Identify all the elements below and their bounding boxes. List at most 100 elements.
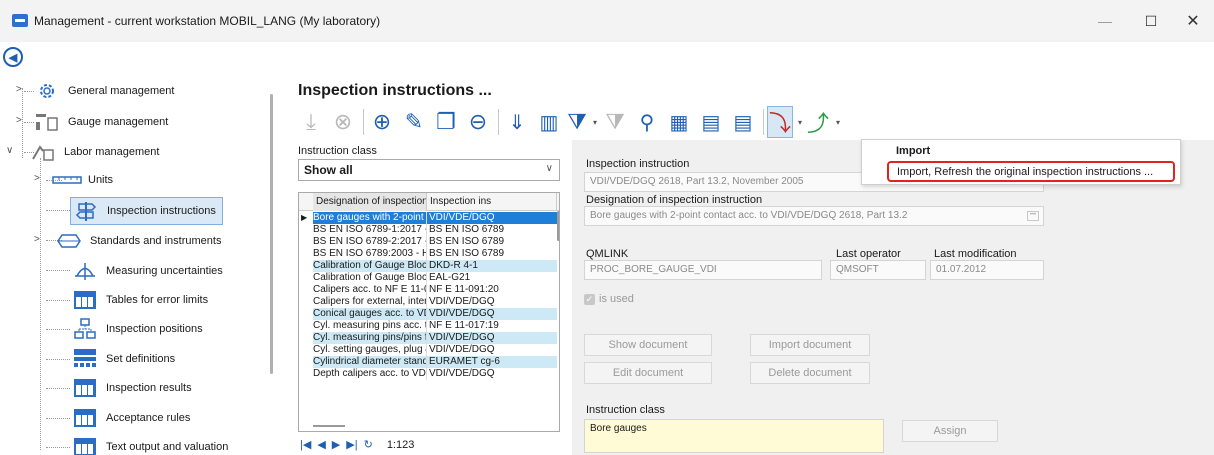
last-record-button[interactable]: ▶|: [346, 438, 357, 451]
tree-item-tables-for-error-limits[interactable]: Tables for error limits: [70, 286, 208, 314]
uncertainty-icon: [70, 260, 100, 282]
tree-item-text-output-and-valuation[interactable]: Text output and valuation: [70, 433, 228, 455]
table-row[interactable]: Calibration of Gauge Block CompaEAL-G21: [299, 272, 559, 284]
tree-item-inspection-results[interactable]: Inspection results: [70, 374, 192, 402]
table-row[interactable]: Calipers for external, internal andVDI/V…: [299, 296, 559, 308]
refresh-icon[interactable]: ↻: [364, 438, 373, 451]
grid-horizontal-scrollbar[interactable]: [313, 425, 345, 427]
expand-icon[interactable]: >: [16, 115, 22, 126]
sort-az-icon[interactable]: ⇓: [502, 106, 532, 138]
cell-inspection-instruction: BS EN ISO 6789: [429, 224, 505, 235]
minimize-button[interactable]: —: [1082, 8, 1128, 34]
table-row[interactable]: BS EN ISO 6789-2:2017 - Hand torqBS EN I…: [299, 236, 559, 248]
prev-record-button[interactable]: ◀: [317, 438, 325, 451]
import-refresh-menu-item[interactable]: Import, Refresh the original inspection …: [887, 161, 1175, 182]
tree-item-inspection-positions[interactable]: Inspection positions: [70, 315, 203, 343]
designation-label: Designation of inspection instruction: [586, 194, 763, 206]
filter-dropdown-icon[interactable]: ▾: [590, 118, 600, 127]
tree-item-inspection-instructions[interactable]: Inspection instructions: [70, 197, 223, 225]
copy-icon[interactable]: ❐: [431, 106, 461, 138]
expand-icon[interactable]: >: [34, 173, 40, 184]
delete-minus-icon[interactable]: ⊖: [463, 106, 493, 138]
export-icon[interactable]: ⤴: [805, 106, 831, 138]
clear-filter-icon[interactable]: ⧩: [600, 106, 630, 138]
cell-designation: Calibration of Gauge Block Compa: [313, 272, 427, 284]
table-row[interactable]: BS EN ISO 6789-1:2017 - Hand torqBS EN I…: [299, 224, 559, 236]
tree-scrollbar[interactable]: [270, 94, 273, 374]
expand-icon[interactable]: >: [34, 234, 40, 245]
ruler-icon: [52, 169, 82, 191]
cell-inspection-instruction: BS EN ISO 6789: [429, 236, 505, 247]
import-menu-header: Import: [896, 145, 931, 157]
table-row[interactable]: Calibration of Gauge Block CompaDKD-R 4-…: [299, 260, 559, 272]
table-row[interactable]: Cylindrical diameter standards acc.EURAM…: [299, 356, 559, 368]
import-menu: Import Import, Refresh the original insp…: [861, 139, 1181, 185]
search-icon[interactable]: ⚲: [632, 106, 662, 138]
next-record-button[interactable]: ▶: [332, 438, 340, 451]
column-header-inspection-instruction[interactable]: Inspection ins: [427, 193, 557, 211]
tree-item-general-management[interactable]: > General management: [16, 77, 174, 105]
edit-document-button[interactable]: Edit document: [584, 362, 712, 384]
table-row[interactable]: ▶ Bore gauges with 2-point contact aVDI/V…: [299, 212, 559, 224]
instruction-class-field[interactable]: Bore gauges: [584, 419, 884, 453]
import-dropdown-icon[interactable]: ▾: [795, 118, 805, 127]
show-document-button[interactable]: Show document: [584, 334, 712, 356]
ellipsis-icon[interactable]: •••: [1027, 211, 1039, 221]
filter-icon[interactable]: ⧩: [566, 106, 588, 138]
qmlink-label: QMLINK: [586, 248, 629, 260]
table-row[interactable]: Conical gauges acc. to VDI/VDE/DGVDI/VDE…: [299, 308, 559, 320]
tree-item-acceptance-rules[interactable]: Acceptance rules: [70, 404, 190, 432]
last-operator-label: Last operator: [836, 248, 901, 260]
table-row[interactable]: BS EN ISO 6789:2003 - Hand torqueBS EN I…: [299, 248, 559, 260]
tree-item-set-definitions[interactable]: Set definitions: [70, 345, 175, 373]
import-icon[interactable]: ⤵: [767, 106, 793, 138]
edit-pencil-icon[interactable]: ✎: [399, 106, 429, 138]
page-title: Inspection instructions ...: [298, 82, 492, 99]
grid-scrollbar[interactable]: [557, 211, 559, 241]
gauge-icon: [32, 111, 62, 133]
tree-item-units[interactable]: > Units: [34, 166, 113, 194]
title-bar: Management - current workstation MOBIL_L…: [0, 0, 1214, 42]
back-button[interactable]: ◀: [3, 47, 23, 67]
table-row[interactable]: Cyl. measuring pins/pins for screwVDI/VD…: [299, 332, 559, 344]
table-row[interactable]: Cyl. setting gauges, plug & ring gaVDI/V…: [299, 344, 559, 356]
close-button[interactable]: ✕: [1170, 8, 1214, 34]
cancel-icon[interactable]: ⊗: [328, 106, 358, 138]
table-icon: [70, 377, 100, 399]
tree-item-measuring-uncertainties[interactable]: Measuring uncertainties: [70, 257, 223, 285]
tree-item-gauge-management[interactable]: > Gauge management: [16, 108, 168, 136]
tree-item-labor-management[interactable]: ∨ Labor management: [6, 138, 159, 166]
designation-field[interactable]: Bore gauges with 2-point contact acc. to…: [584, 206, 1044, 226]
tree-item-standards-and-instruments[interactable]: > Standards and instruments: [34, 227, 221, 255]
table-row[interactable]: Cyl. measuring pins acc. to NF E 11NF E …: [299, 320, 559, 332]
save-icon[interactable]: ⤓: [296, 106, 326, 138]
grid-header: Designation of inspection in... / Inspec…: [299, 193, 559, 211]
cell-designation: Cylindrical diameter standards acc.: [313, 356, 427, 368]
column-chart-icon[interactable]: ▥: [534, 106, 564, 138]
is-used-checkbox[interactable]: ✓ is used: [584, 293, 634, 305]
export-dropdown-icon[interactable]: ▾: [833, 118, 843, 127]
table-icon: [70, 436, 100, 455]
last-modification-field[interactable]: 01.07.2012: [930, 260, 1044, 280]
last-operator-field[interactable]: QMSOFT: [830, 260, 926, 280]
cell-designation: BS EN ISO 6789-1:2017 - Hand torq: [313, 224, 427, 236]
first-record-button[interactable]: |◀: [300, 438, 311, 451]
table-row[interactable]: Calipers acc. to NF E 11-091:2013-0NF E …: [299, 284, 559, 296]
import-document-button[interactable]: Import document: [750, 334, 870, 356]
cell-designation: Depth calipers acc. to VDI/VDE/DG: [313, 368, 427, 380]
table-row[interactable]: Depth calipers acc. to VDI/VDE/DGVDI/VDE…: [299, 368, 559, 380]
detail-panel: Inspection instruction VDI/VDE/DGQ 2618,…: [572, 140, 1214, 455]
expand-icon[interactable]: >: [16, 84, 22, 95]
add-icon[interactable]: ⊕: [367, 106, 397, 138]
row-indicator-icon: ▶: [301, 213, 308, 222]
column-header-designation[interactable]: Designation of inspection in... /: [313, 193, 427, 211]
instruction-class-select[interactable]: Show all ∨: [298, 159, 560, 181]
list-view-icon[interactable]: ▤: [728, 106, 758, 138]
assign-button[interactable]: Assign: [902, 420, 998, 442]
detail-view-icon[interactable]: ▤: [696, 106, 726, 138]
qmlink-field[interactable]: PROC_BORE_GAUGE_VDI: [584, 260, 822, 280]
delete-document-button[interactable]: Delete document: [750, 362, 870, 384]
collapse-icon[interactable]: ∨: [6, 145, 13, 156]
table-view-icon[interactable]: ▦: [664, 106, 694, 138]
maximize-button[interactable]: ☐: [1128, 8, 1174, 34]
